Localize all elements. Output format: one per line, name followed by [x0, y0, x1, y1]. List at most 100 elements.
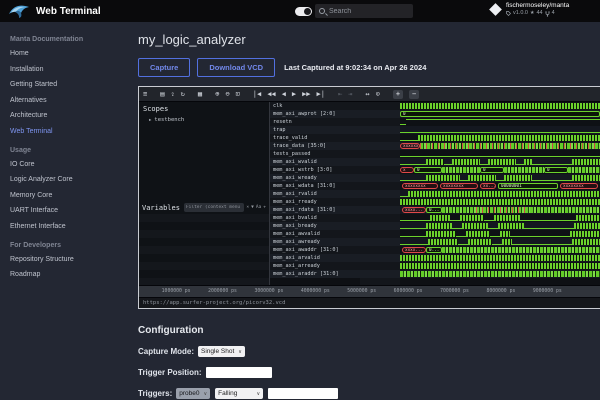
download-vcd-button[interactable]: Download VCD	[197, 58, 275, 77]
signal-wave[interactable]	[400, 238, 600, 246]
timeline[interactable]: 1000000 ps2000000 ps3000000 ps4000000 ps…	[139, 285, 600, 297]
capture-button[interactable]: Capture	[138, 58, 190, 77]
time-icon[interactable]: ⊙	[376, 91, 380, 98]
filter-funnel-icon[interactable]: ▼	[251, 205, 254, 210]
sidebar-item-roadmap[interactable]: Roadmap	[10, 271, 130, 278]
theme-toggle[interactable]	[295, 7, 312, 16]
signal-wave[interactable]	[400, 174, 600, 182]
menu-icon[interactable]: ≡	[143, 91, 147, 98]
zoom-out-icon[interactable]: ⊖	[225, 91, 229, 98]
signal-name[interactable]: mem_axi_bready	[270, 222, 360, 230]
signal-wave[interactable]: xxxxxxxxxxxxxxxxxx...00000001xxxxxxxx	[400, 182, 600, 190]
signal-name[interactable]: mem_axi_bvalid	[270, 214, 360, 222]
variables-list[interactable]	[139, 214, 269, 285]
signal-wave[interactable]	[400, 262, 600, 270]
signal-wave[interactable]	[400, 230, 600, 238]
sidebar-item-logic-analyzer-core[interactable]: Logic Analyzer Core	[10, 176, 130, 183]
signal-wave[interactable]	[400, 214, 600, 222]
scope-item-testbench[interactable]: ▶testbench	[149, 117, 265, 123]
variables-filter-input[interactable]	[184, 203, 244, 212]
signal-wave[interactable]	[400, 158, 600, 166]
remove-signal-icon[interactable]: −	[409, 90, 419, 99]
signal-name[interactable]: trace_data [35:0]	[270, 142, 360, 150]
waveform-area[interactable]: 0 xxxxxxxx... x000 xxxxxxxxxxxxxxxxxx...000…	[400, 102, 600, 285]
goto-start-icon[interactable]: |◀	[253, 91, 261, 98]
sidebar-item-memory-core[interactable]: Memory Core	[10, 192, 130, 199]
signal-name[interactable]: mem_axi_araddr [31:0]	[270, 270, 360, 278]
fast-backward-icon[interactable]: ◀◀	[267, 91, 275, 98]
copy-icon[interactable]: ▦	[198, 91, 202, 98]
trigger-signal-select[interactable]: probe0∨	[176, 388, 210, 399]
signal-name[interactable]: resetn	[270, 118, 360, 126]
signal-wave[interactable]: x000	[400, 166, 600, 174]
sidebar-item-getting-started[interactable]: Getting Started	[10, 81, 130, 88]
trigger-position-input[interactable]	[206, 367, 272, 378]
signal-wave[interactable]	[400, 270, 600, 278]
signal-wave[interactable]	[400, 222, 600, 230]
signal-wave[interactable]: 0	[400, 110, 600, 118]
goto-end-icon[interactable]: ▶|	[317, 91, 325, 98]
zoom-fit-icon[interactable]: ⊡	[236, 91, 240, 98]
signal-wave[interactable]	[400, 102, 600, 110]
signal-wave[interactable]: xxxx...0...	[400, 246, 600, 254]
repo-link[interactable]: fischermoseley/manta v1.0.0 ★ 44 4	[488, 2, 569, 17]
signal-wave[interactable]: xxxxxxxx...	[400, 142, 600, 150]
sidebar-item-io-core[interactable]: IO Core	[10, 161, 130, 168]
signal-name[interactable]: tests_passed	[270, 150, 360, 158]
search-box[interactable]	[315, 4, 413, 18]
case-sensitive-icon[interactable]: Aa	[256, 205, 261, 210]
signal-wave[interactable]	[400, 190, 600, 198]
signal-name[interactable]: mem_axi_awprot [2:0]	[270, 110, 360, 118]
signal-name[interactable]: mem_axi_wstrb [3:0]	[270, 166, 360, 174]
capture-mode-select[interactable]: Single Shot∨	[198, 346, 245, 357]
reload-icon[interactable]: ↻	[181, 91, 185, 98]
signal-wave[interactable]	[400, 126, 600, 134]
step-backward-icon[interactable]: ◀	[282, 91, 286, 98]
signal-name[interactable]: clk	[270, 102, 360, 110]
signal-name[interactable]: mem_axi_arready	[270, 262, 360, 270]
signal-wave[interactable]: xxxx...0...	[400, 206, 600, 214]
clear-filter-icon[interactable]: ×	[246, 205, 249, 210]
signal-wave[interactable]	[400, 254, 600, 262]
signal-name[interactable]: mem_axi_wdata [31:0]	[270, 182, 360, 190]
wave-segment	[488, 159, 516, 165]
sidebar-item-alternatives[interactable]: Alternatives	[10, 97, 130, 104]
signal-name[interactable]: trace_valid	[270, 134, 360, 142]
signal-name[interactable]: mem_axi_wvalid	[270, 158, 360, 166]
step-forward-icon[interactable]: ▶	[292, 91, 296, 98]
signal-wave[interactable]	[400, 118, 600, 126]
signal-name[interactable]: mem_axi_awaddr [31:0]	[270, 246, 360, 254]
signal-name[interactable]: trap	[270, 126, 360, 134]
signal-wave[interactable]	[400, 150, 600, 158]
sidebar-item-installation[interactable]: Installation	[10, 66, 130, 73]
add-signal-icon[interactable]: +	[393, 90, 403, 99]
chevron-down-icon: ∨	[256, 391, 260, 397]
cursor-icon[interactable]: ↔	[365, 91, 369, 98]
signal-name[interactable]: mem_axi_arvalid	[270, 254, 360, 262]
signal-name[interactable]: mem_axi_awvalid	[270, 230, 360, 238]
sidebar-item-uart-interface[interactable]: UART Interface	[10, 207, 130, 214]
open-file-icon[interactable]: ▤	[160, 91, 164, 98]
signal-wave[interactable]	[400, 198, 600, 206]
trigger-edge-select[interactable]: Falling∨	[215, 388, 263, 399]
zoom-in-icon[interactable]: ⊕	[215, 91, 219, 98]
add-filter-icon[interactable]: +	[263, 205, 266, 210]
signal-name[interactable]: mem_axi_rdata [31:0]	[270, 206, 360, 214]
signal-wave[interactable]	[400, 134, 600, 142]
prev-edge-icon[interactable]: ⇤	[338, 91, 342, 98]
sidebar-item-web-terminal[interactable]: Web Terminal	[10, 128, 130, 135]
open-url-icon[interactable]: ⇪	[170, 91, 174, 98]
wave-segment	[576, 215, 600, 221]
signal-name[interactable]: mem_axi_awready	[270, 238, 360, 246]
search-input[interactable]	[329, 8, 399, 15]
next-edge-icon[interactable]: ⇥	[348, 91, 352, 98]
sidebar-item-architecture[interactable]: Architecture	[10, 112, 130, 119]
trigger-value-input[interactable]	[268, 388, 338, 399]
sidebar-item-repository-structure[interactable]: Repository Structure	[10, 256, 130, 263]
signal-name[interactable]: mem_axi_rvalid	[270, 190, 360, 198]
sidebar-item-ethernet-interface[interactable]: Ethernet Interface	[10, 223, 130, 230]
signal-name[interactable]: mem_axi_wready	[270, 174, 360, 182]
fast-forward-icon[interactable]: ▶▶	[302, 91, 310, 98]
signal-name[interactable]: mem_axi_rready	[270, 198, 360, 206]
sidebar-item-home[interactable]: Home	[10, 50, 130, 57]
